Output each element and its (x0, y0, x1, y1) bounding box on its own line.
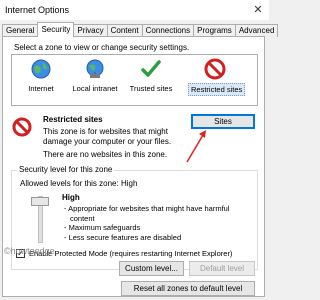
level-bullet: - Appropriate for websites that might ha… (64, 204, 230, 213)
group-legend: Security level for this zone (17, 165, 115, 174)
custom-level-button[interactable]: Custom level... (119, 261, 184, 276)
window-title: Internet Options (5, 5, 70, 15)
reset-all-zones-button[interactable]: Reset all zones to default level (121, 281, 255, 296)
level-bullet: - Less secure features are disabled (64, 232, 182, 242)
level-bullet: - Maximum safeguards (64, 223, 141, 232)
tab-security[interactable]: Security (37, 22, 75, 37)
close-icon[interactable]: ✕ (247, 0, 269, 19)
protected-mode-label: Enable Protected Mode (requires restarti… (29, 249, 233, 258)
default-level-button[interactable]: Default level (189, 261, 255, 276)
security-panel: Select a zone to view or change security… (2, 36, 265, 297)
watermark: ©howtoedge (4, 246, 55, 256)
allowed-levels: Allowed levels for this zone: High (20, 179, 138, 188)
level-description: - Appropriate for websites that might ha… (64, 204, 254, 242)
security-slider-thumb[interactable] (31, 197, 49, 206)
title-bar: Internet Options ✕ (0, 0, 269, 20)
level-bullet: content (70, 213, 95, 223)
level-name: High (62, 193, 80, 202)
